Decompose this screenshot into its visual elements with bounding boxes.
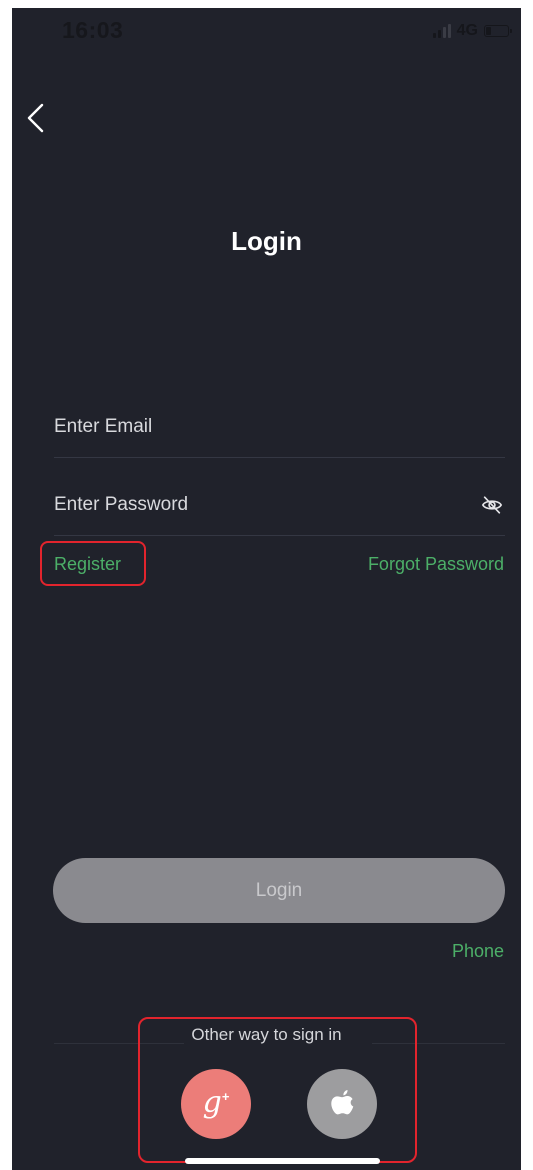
apple-sign-in-button[interactable] (307, 1069, 377, 1139)
eye-off-icon[interactable] (481, 494, 503, 516)
email-field-container (54, 398, 505, 458)
google-plus-icon: g+ (202, 1084, 230, 1120)
email-input[interactable] (54, 398, 454, 456)
home-indicator[interactable] (185, 1158, 380, 1164)
status-time: 16:03 (62, 17, 124, 43)
login-button[interactable]: Login (53, 858, 505, 923)
register-link[interactable]: Register (54, 554, 121, 575)
network-label: 4G (456, 22, 478, 39)
password-field-container (54, 476, 505, 536)
login-screen: 16:03 4G Login Register Forgot Password … (12, 8, 521, 1170)
forgot-password-link[interactable]: Forgot Password (368, 554, 504, 575)
page-title: Login (231, 226, 302, 256)
chevron-left-icon (27, 103, 44, 133)
status-icons: 4G (432, 22, 512, 40)
battery-icon (484, 25, 512, 37)
other-sign-in-label: Other way to sign in (191, 1025, 342, 1044)
apple-icon (331, 1090, 354, 1115)
google-sign-in-button[interactable]: g+ (181, 1069, 251, 1139)
password-input[interactable] (54, 476, 454, 534)
signal-icon (432, 24, 451, 38)
back-button[interactable] (22, 100, 50, 136)
phone-login-link[interactable]: Phone (452, 941, 504, 962)
